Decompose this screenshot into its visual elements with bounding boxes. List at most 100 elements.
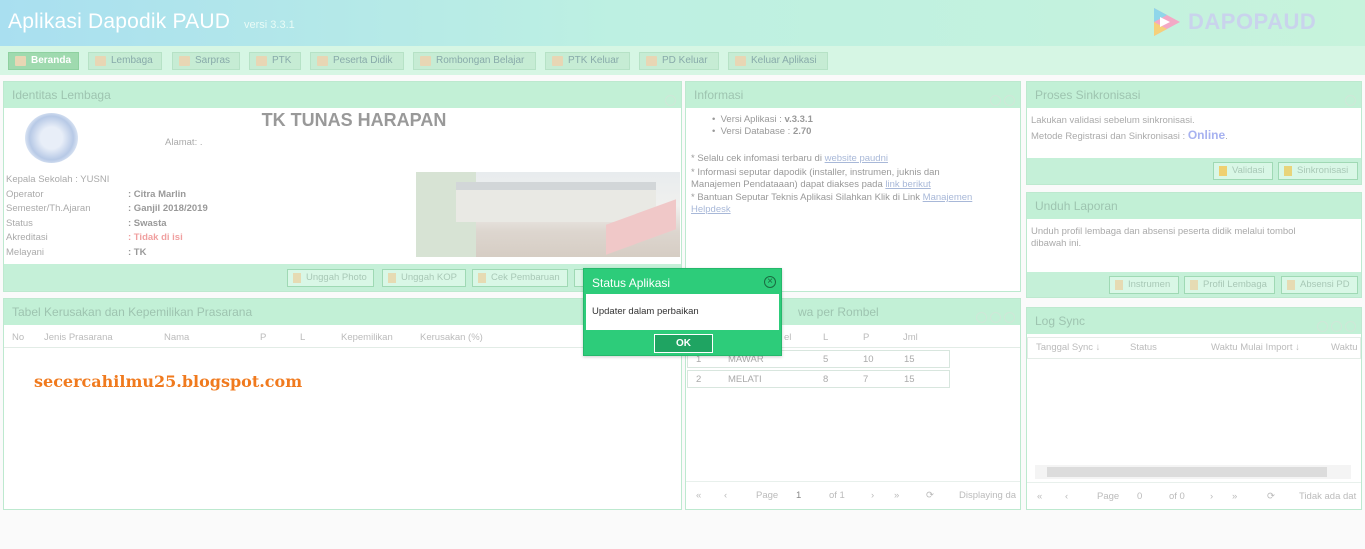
column-header[interactable]: Status <box>1130 342 1157 353</box>
method-label: Metode Registrasi dan Sinkronisasi : <box>1031 131 1188 142</box>
column-header[interactable]: Jenis Prasarana <box>44 332 113 343</box>
close-icon[interactable]: × <box>764 276 776 288</box>
page-number-input[interactable]: 1 <box>796 490 801 501</box>
table-row[interactable]: 2 MELATI 8 7 15 <box>687 370 950 388</box>
validasi-button[interactable]: Validasi <box>1213 162 1273 180</box>
building-icon <box>95 56 106 66</box>
unggah-photo-button[interactable]: Unggah Photo <box>287 269 374 287</box>
last-page-icon[interactable]: » <box>894 490 899 501</box>
column-header[interactable]: No <box>12 332 24 343</box>
close-icon[interactable] <box>1345 321 1356 332</box>
scrollbar-thumb[interactable] <box>1047 467 1327 477</box>
alamat-label: Alamat: . <box>165 137 203 148</box>
column-header[interactable]: Jml <box>903 332 918 343</box>
column-header[interactable]: P <box>863 332 869 343</box>
column-header[interactable]: L <box>300 332 305 343</box>
row-value: : Tidak di isi <box>128 232 183 243</box>
instrumen-button[interactable]: Instrumen <box>1109 276 1179 294</box>
horizontal-scrollbar[interactable] <box>1035 465 1351 479</box>
column-header[interactable]: Waktu Mulai Import ↓ <box>1211 342 1300 353</box>
prev-page-icon[interactable]: ‹ <box>1065 491 1068 502</box>
refresh-icon[interactable] <box>1331 321 1342 332</box>
nav-beranda[interactable]: Beranda <box>8 52 79 70</box>
nav-label: Sarpras <box>195 55 231 66</box>
absensi-pd-button[interactable]: Absensi PD <box>1281 276 1358 294</box>
student-exit-icon <box>646 56 657 66</box>
log-grid-header: Tanggal Sync ↓ Status Waktu Mulai Import… <box>1027 337 1361 359</box>
column-header[interactable]: Tanggal Sync ↓ <box>1036 342 1100 353</box>
sinkronisasi-button[interactable]: Sinkronisasi <box>1278 162 1358 180</box>
app-version: versi 3.3.1 <box>244 19 295 31</box>
cek-pembaruan-button[interactable]: Cek Pembaruan <box>472 269 568 287</box>
versi-aplikasi-label: Versi Aplikasi : <box>720 114 785 125</box>
panel-title-text: Tabel Kerusakan dan Kepemilikan Prasaran… <box>12 305 253 319</box>
profil-lembaga-button[interactable]: Profil Lembaga <box>1184 276 1275 294</box>
nav-keluar-aplikasi[interactable]: Keluar Aplikasi <box>728 52 828 70</box>
nav-pd-keluar[interactable]: PD Keluar <box>639 52 719 70</box>
column-header[interactable]: Waktu <box>1331 342 1358 353</box>
tutwuri-logo <box>25 113 78 163</box>
helpdesk-link[interactable]: Helpdesk <box>691 204 731 215</box>
nav-label: PTK Keluar <box>568 55 620 66</box>
nav-lembaga[interactable]: Lembaga <box>88 52 162 70</box>
unduh-text-1: Unduh profil lembaga dan absensi peserta… <box>1031 226 1296 237</box>
panel-title-text: Informasi <box>694 88 744 102</box>
page-number-input[interactable]: 0 <box>1137 491 1142 502</box>
nav-peserta-didik[interactable]: Peserta Didik <box>310 52 404 70</box>
home-icon <box>15 56 26 66</box>
upload-icon <box>388 273 396 283</box>
button-label: Unggah Photo <box>306 272 367 283</box>
close-icon[interactable] <box>1004 312 1015 323</box>
nav-rombongan-belajar[interactable]: Rombongan Belajar <box>413 52 536 70</box>
collapse-icon[interactable] <box>990 95 1001 106</box>
first-page-icon[interactable]: « <box>696 490 701 501</box>
note-text: Manajemen Pendataaan) dapat diakses pada <box>691 179 886 190</box>
collapse-icon[interactable] <box>1317 321 1328 332</box>
nav-sarpras[interactable]: Sarpras <box>172 52 240 70</box>
collapse-icon[interactable] <box>1345 95 1356 106</box>
column-header[interactable]: P <box>260 332 266 343</box>
rombel-pager: « ‹ Page 1 of 1 › » ⟳ Displaying da <box>686 481 1020 507</box>
logout-icon <box>735 56 746 66</box>
collapse-icon[interactable] <box>665 95 676 106</box>
manajemen-link[interactable]: Manajemen <box>923 192 973 203</box>
link-berikut[interactable]: link berikut <box>885 179 930 190</box>
nav-ptk-keluar[interactable]: PTK Keluar <box>545 52 630 70</box>
next-page-icon[interactable]: › <box>871 490 874 501</box>
refresh-icon[interactable]: ⟳ <box>926 490 934 501</box>
panel-identitas: Identitas Lembaga TK TUNAS HARAPAN Alama… <box>3 81 682 292</box>
collapse-icon[interactable] <box>976 312 987 323</box>
nav-ptk[interactable]: PTK <box>249 52 301 70</box>
column-header[interactable]: Nama <box>164 332 189 343</box>
unggah-kop-button[interactable]: Unggah KOP <box>382 269 466 287</box>
info-note-2b: Manajemen Pendataaan) dapat diakses pada… <box>691 179 931 190</box>
sinkron-instruction: Lakukan validasi sebelum sinkronisasi. <box>1031 115 1195 126</box>
prev-page-icon[interactable]: ‹ <box>724 490 727 501</box>
info-note-3b: Helpdesk <box>691 204 731 215</box>
cell: 7 <box>863 374 869 385</box>
row-label: Operator <box>6 189 44 200</box>
row-label: Akreditasi <box>6 232 48 243</box>
cell: 2 <box>696 374 702 385</box>
website-paudni-link[interactable]: website paudni <box>825 153 888 164</box>
refresh-icon[interactable] <box>990 312 1001 323</box>
nav-label: Peserta Didik <box>333 55 393 66</box>
ok-button[interactable]: OK <box>654 334 713 353</box>
main-nav: Beranda Lembaga Sarpras PTK Peserta Didi… <box>0 46 1365 75</box>
kerusakan-grid-header: No Jenis Prasarana Nama P L Kepemilikan … <box>4 328 681 348</box>
page-label: Page <box>756 490 779 501</box>
page-total: of 0 <box>1169 491 1185 502</box>
validate-icon <box>1219 166 1227 176</box>
row-label: Status <box>6 218 33 229</box>
next-page-icon[interactable]: › <box>1210 491 1213 502</box>
close-icon[interactable] <box>1004 95 1015 106</box>
last-page-icon[interactable]: » <box>1232 491 1237 502</box>
refresh-icon[interactable]: ⟳ <box>1267 491 1275 502</box>
panel-sinkronisasi: Proses Sinkronisasi Lakukan validasi seb… <box>1026 81 1362 185</box>
column-header[interactable]: Kepemilikan <box>341 332 393 343</box>
column-header[interactable]: Kerusakan (%) <box>420 332 483 343</box>
first-page-icon[interactable]: « <box>1037 491 1042 502</box>
column-header[interactable]: L <box>823 332 828 343</box>
column-header[interactable]: el <box>784 332 791 343</box>
nav-label: Lembaga <box>111 55 153 66</box>
